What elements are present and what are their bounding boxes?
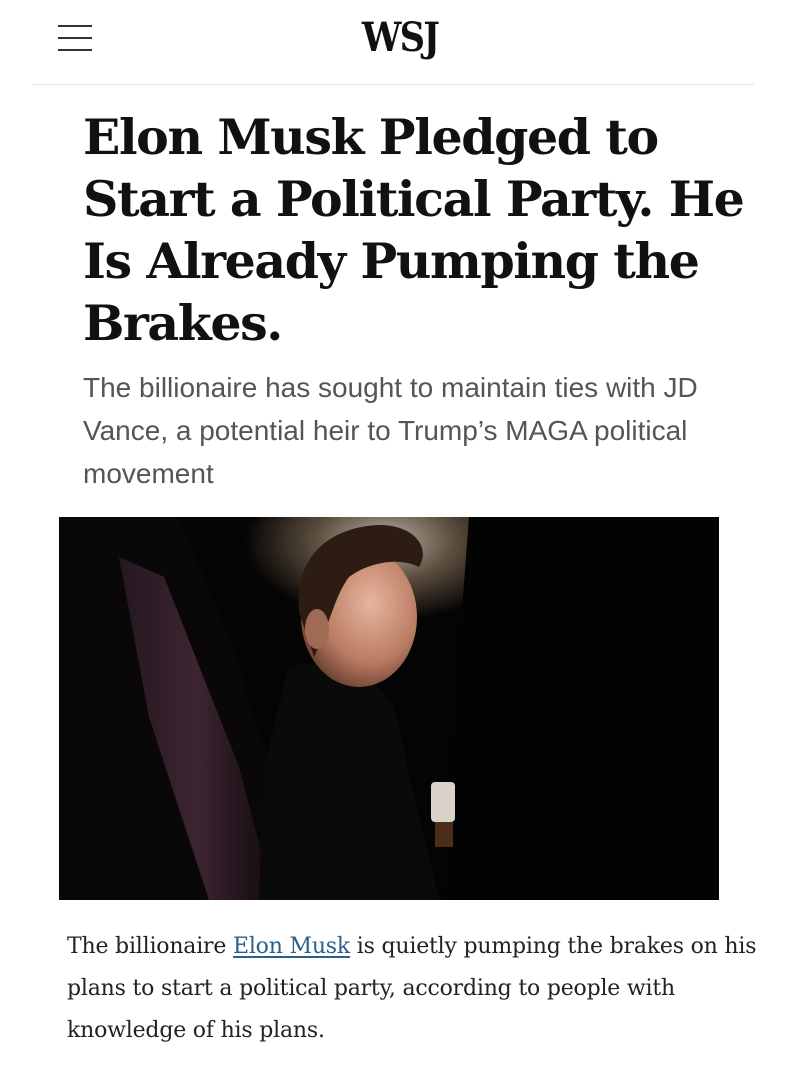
header-divider <box>32 84 754 85</box>
body-text-before: The billionaire <box>67 934 233 959</box>
wsj-logo[interactable]: WSJ <box>48 14 752 61</box>
article-body: The billionaire Elon Musk is quietly pum… <box>67 926 767 1052</box>
article-dek: The billionaire has sought to maintain t… <box>83 372 698 489</box>
photo-illustration <box>59 517 719 900</box>
article-headline: Elon Musk Pledged to Start a Political P… <box>83 108 745 352</box>
site-header: WSJ <box>0 0 800 85</box>
elon-musk-photo <box>59 517 719 900</box>
elon-musk-link[interactable]: Elon Musk <box>233 934 350 959</box>
